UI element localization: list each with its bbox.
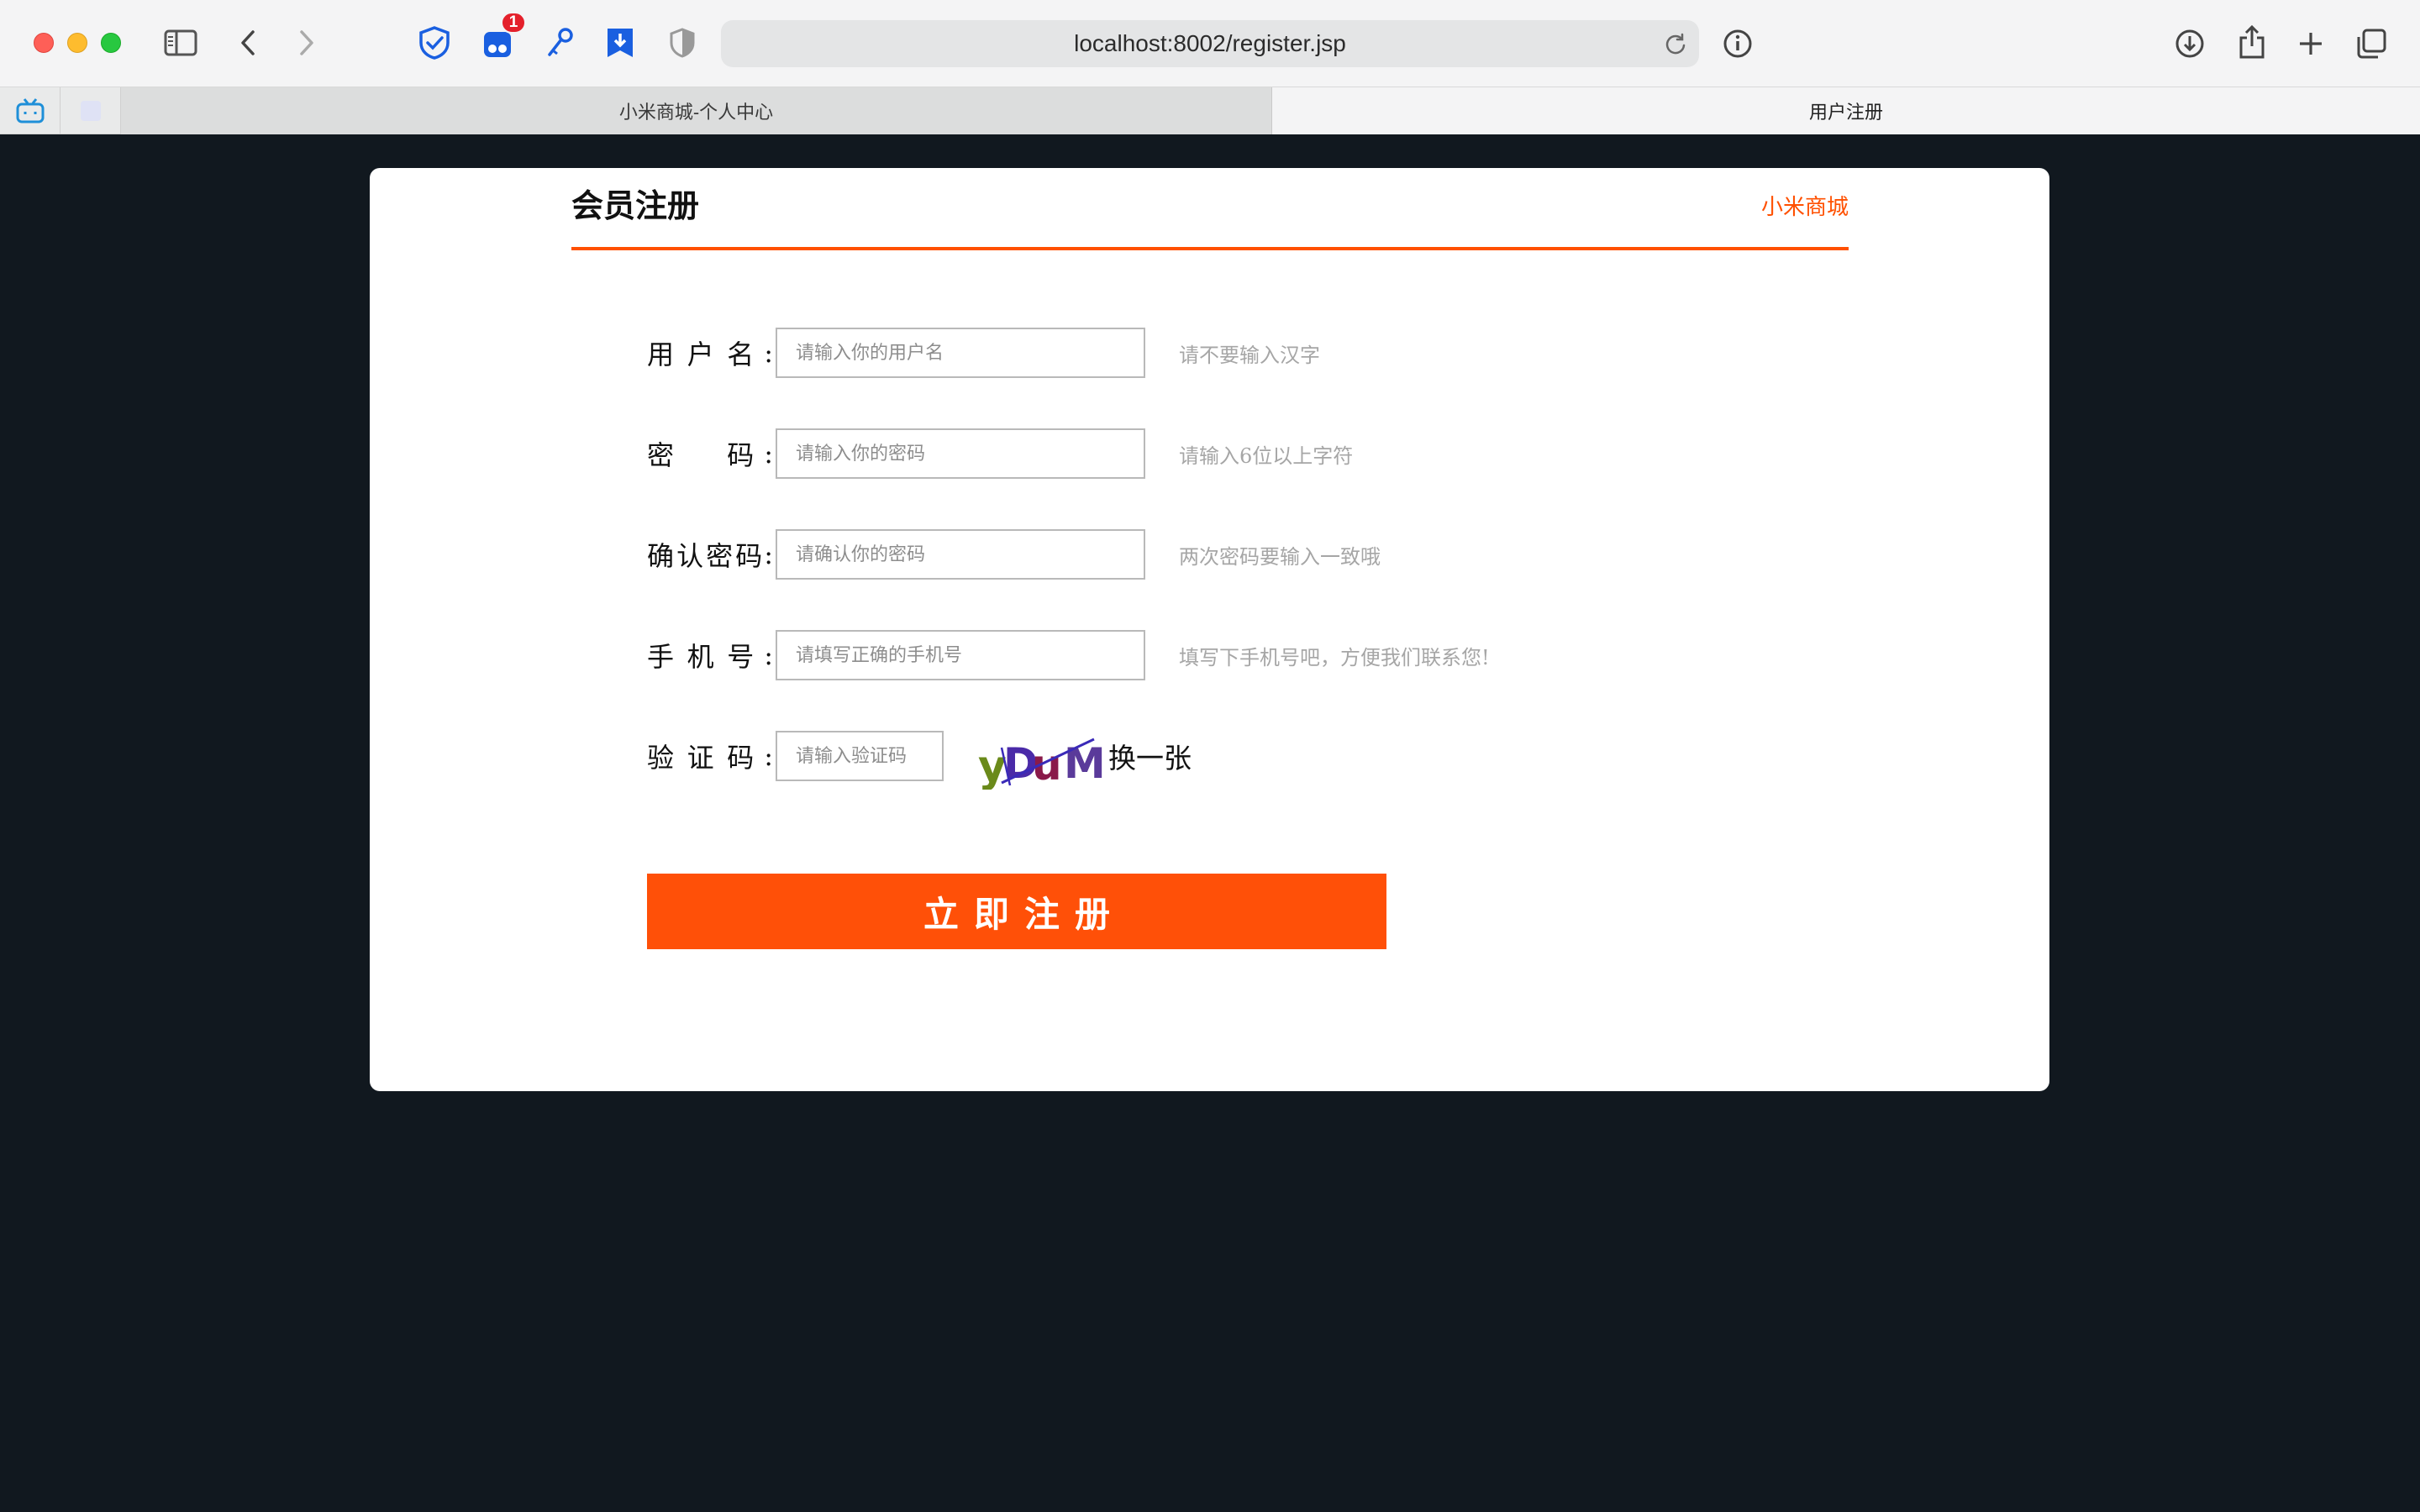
tab-overview-icon[interactable] [2354, 27, 2388, 60]
url-text[interactable]: localhost:8002/register.jsp [721, 20, 1699, 67]
half-shield-icon[interactable] [666, 25, 699, 60]
username-input[interactable] [776, 328, 1145, 378]
username-label: 用 户 名 : [647, 328, 773, 378]
label-char: 密 [647, 439, 675, 471]
label-char: 码 [735, 540, 763, 572]
confirm-password-input[interactable] [776, 529, 1145, 580]
minimize-window-button[interactable] [67, 33, 87, 53]
label-char: 码 [727, 439, 755, 471]
sidebar-icon[interactable] [163, 27, 198, 59]
browser-toolbar: 1 localhost:8002/register.jsp [0, 0, 2420, 87]
label-char: 码 [727, 742, 755, 774]
username-hint: 请不要输入汉字 [1179, 343, 1320, 367]
phone-row: 手 机 号 : 填写下手机号吧，方便我们联系您! [647, 630, 1823, 680]
blank-favicon-icon [80, 101, 101, 121]
label-char: 证 [687, 742, 714, 774]
label-char: 认 [676, 540, 704, 572]
password-label: 密 码 : [647, 428, 773, 479]
label-char: 用 [647, 339, 675, 370]
new-tab-icon[interactable] [2294, 27, 2328, 60]
page-title: 会员注册 [571, 186, 700, 224]
phone-label: 手 机 号 : [647, 630, 773, 680]
phone-input[interactable] [776, 630, 1145, 680]
close-window-button[interactable] [34, 33, 54, 53]
label-char: 户 [687, 339, 714, 370]
username-row: 用 户 名 : 请不要输入汉字 [647, 328, 1823, 378]
label-char: 验 [647, 742, 675, 774]
captcha-refresh-link[interactable]: 换一张 [1108, 731, 1192, 781]
shield-check-icon[interactable] [417, 25, 452, 60]
password-row: 密 码 : 请输入6位以上字符 [647, 428, 1823, 479]
password-hint: 请输入6位以上字符 [1179, 444, 1354, 468]
reload-icon[interactable] [1664, 32, 1687, 59]
info-icon[interactable] [1721, 27, 1754, 60]
back-icon[interactable] [235, 27, 260, 59]
label-colon: : [764, 740, 773, 772]
zoom-window-button[interactable] [101, 33, 121, 53]
label-char: 名 [727, 339, 755, 370]
pinned-tab-bilibili[interactable] [0, 87, 60, 134]
pinned-tab-blank[interactable] [60, 87, 121, 134]
extension-badge: 1 [501, 12, 526, 34]
register-submit-button[interactable]: 立即注册 [647, 874, 1386, 949]
captcha-image[interactable]: y D u M [976, 731, 1102, 790]
key-icon[interactable] [543, 25, 576, 60]
forward-icon[interactable] [294, 27, 319, 59]
captcha-row: 验 证 码 : y D u M 换一张 [647, 731, 1823, 790]
phone-hint: 填写下手机号吧，方便我们联系您! [1179, 645, 1490, 669]
captcha-char: M [1064, 739, 1102, 788]
confirm-password-label: 确 认 密 码 : [647, 529, 773, 580]
label-char: 密 [706, 540, 734, 572]
label-colon: : [764, 438, 773, 470]
captcha-input[interactable] [776, 731, 944, 781]
tab-personal-center[interactable]: 小米商城-个人中心 [121, 87, 1272, 134]
label-char: 手 [647, 641, 675, 673]
confirm-password-row: 确 认 密 码 : 两次密码要输入一致哦 [647, 529, 1823, 580]
password-input[interactable] [776, 428, 1145, 479]
confirm-password-hint: 两次密码要输入一致哦 [1179, 544, 1381, 569]
label-colon: : [764, 538, 773, 570]
label-char: 机 [687, 641, 714, 673]
brand-link[interactable]: 小米商城 [1761, 190, 1849, 221]
share-icon[interactable] [2235, 24, 2269, 60]
tab-user-register[interactable]: 用户注册 [1272, 87, 2420, 134]
label-char: 号 [727, 641, 755, 673]
download-icon[interactable] [2173, 27, 2207, 60]
address-bar[interactable]: localhost:8002/register.jsp [721, 20, 1699, 67]
bookmark-download-icon[interactable] [603, 25, 637, 60]
label-colon: : [764, 337, 773, 369]
captcha-label: 验 证 码 : [647, 731, 773, 781]
label-char: 确 [647, 540, 675, 572]
tv-icon [16, 98, 44, 123]
tab-strip: 小米商城-个人中心 用户注册 [0, 87, 2420, 134]
label-colon: : [764, 639, 773, 671]
register-card: 会员注册 小米商城 用 户 名 : 请不要输入汉字 密 码 : 请输入6位以上字… [370, 168, 2049, 1091]
register-header: 会员注册 小米商城 [571, 168, 1849, 250]
